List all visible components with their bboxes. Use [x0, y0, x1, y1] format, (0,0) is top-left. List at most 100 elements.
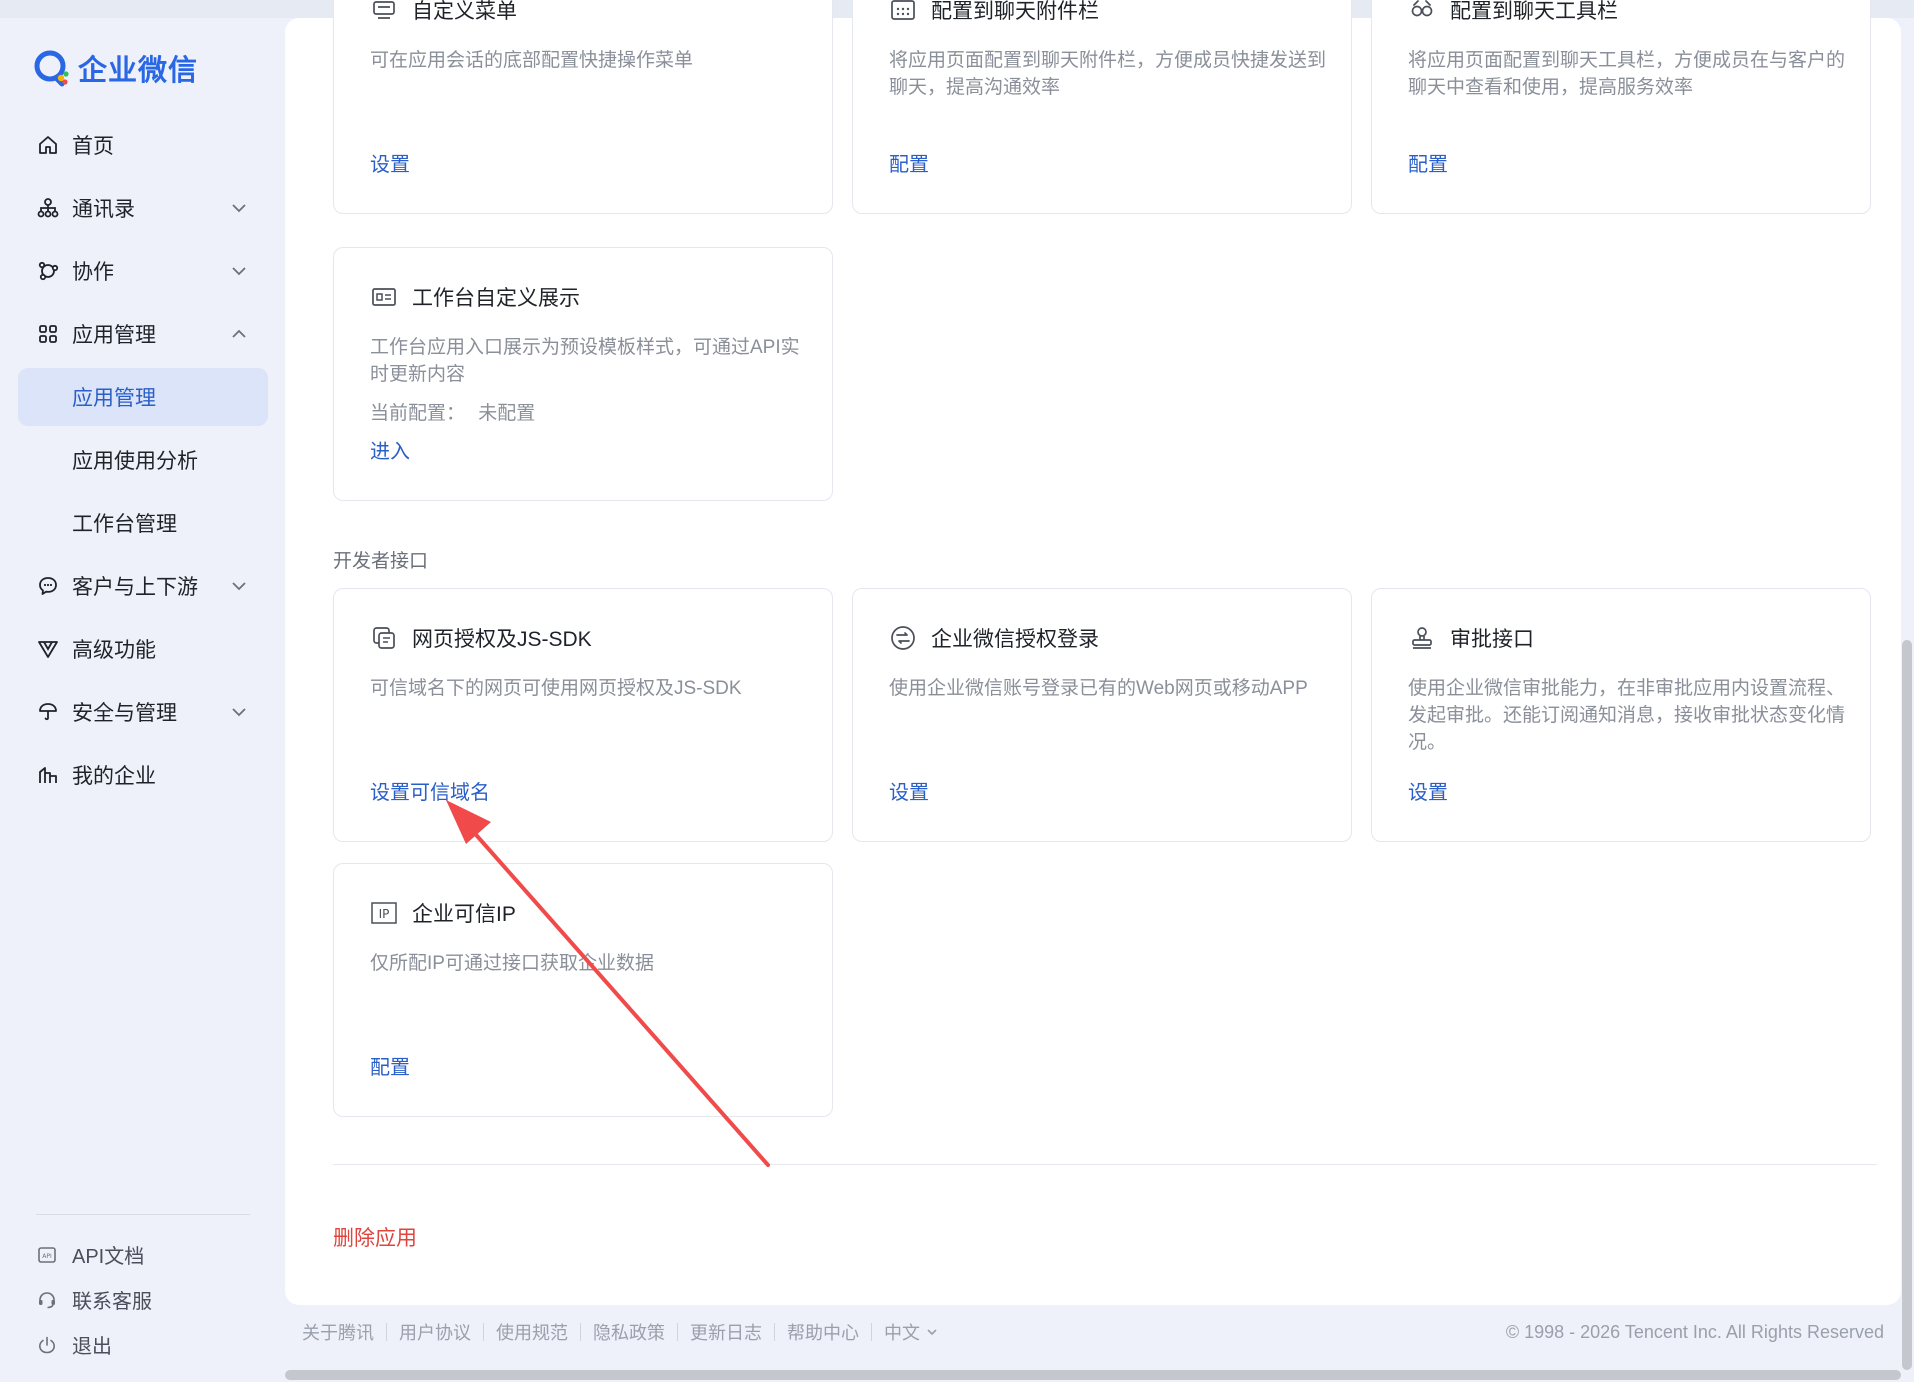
card-header: 配置到聊天工具栏: [1408, 0, 1618, 25]
card-title: 企业微信授权登录: [931, 628, 1099, 651]
footer-link-privacy[interactable]: 隐私政策: [593, 1319, 665, 1345]
footer-link-user-agreement[interactable]: 用户协议: [399, 1319, 471, 1345]
chevron-down-icon[interactable]: [228, 260, 250, 282]
approval-icon: [1408, 624, 1436, 652]
web-auth-icon: [370, 624, 398, 652]
chevron-down-icon[interactable]: [228, 575, 250, 597]
set-trusted-domain-link[interactable]: 设置可信域名: [370, 776, 490, 805]
menu-icon: [370, 0, 398, 24]
toolbar-config-link[interactable]: 配置: [1408, 148, 1448, 177]
login-auth-icon: [889, 624, 917, 652]
sidebar-bottom-links: API API文档 联系客服 退出: [36, 1232, 256, 1367]
nav-item-advanced[interactable]: 高级功能: [18, 620, 268, 678]
nav-sub-workbench-management[interactable]: 工作台管理: [18, 494, 268, 552]
support-label: 联系客服: [72, 1291, 152, 1313]
footer-separator: [483, 1323, 484, 1341]
delete-app-button[interactable]: 删除应用: [333, 1222, 417, 1252]
card-description: 可信域名下的网页可使用网页授权及JS-SDK: [370, 678, 742, 699]
org-chart-icon: [36, 196, 60, 220]
content-divider: [333, 1164, 1877, 1165]
card-title: 工作台自定义展示: [412, 287, 580, 310]
chat-bubble-icon: [36, 574, 60, 598]
card-description: 将应用页面配置到聊天工具栏，方便成员在与客户的聊天中查看和使用，提高服务效率: [1408, 50, 1846, 98]
card-header: 自定义菜单: [370, 0, 517, 25]
footer-link-changelog[interactable]: 更新日志: [690, 1319, 762, 1345]
workbench-display-icon: [370, 283, 398, 311]
footer-link-usage-rules[interactable]: 使用规范: [496, 1319, 568, 1345]
approval-settings-link[interactable]: 设置: [1408, 776, 1448, 805]
footer-separator: [580, 1323, 581, 1341]
card-chat-attachment-bar: 配置到聊天附件栏 将应用页面配置到聊天附件栏，方便成员快捷发送到聊天，提高沟通效…: [852, 0, 1352, 214]
card-wecom-auth-login: 企业微信授权登录 使用企业微信账号登录已有的Web网页或移动APP 设置: [852, 588, 1352, 842]
api-docs-link[interactable]: API API文档: [36, 1232, 256, 1277]
nav-item-collab[interactable]: 协作: [18, 242, 268, 300]
workbench-enter-link[interactable]: 进入: [370, 435, 410, 464]
card-title: 配置到聊天工具栏: [1450, 0, 1618, 23]
nav-item-my-company[interactable]: 我的企业: [18, 746, 268, 804]
card-description: 将应用页面配置到聊天附件栏，方便成员快捷发送到聊天，提高沟通效率: [889, 50, 1327, 98]
card-title: 网页授权及JS-SDK: [412, 628, 592, 651]
power-icon: [36, 1334, 58, 1356]
nav-item-contacts[interactable]: 通讯录: [18, 179, 268, 237]
footer-separator: [871, 1323, 872, 1341]
card-header: IP 企业可信IP: [370, 898, 516, 928]
card-description: 使用企业微信审批能力，在非审批应用内设置流程、发起审批。还能订阅通知消息，接收审…: [1408, 678, 1846, 753]
collaboration-icon: [36, 259, 60, 283]
footer-link-about[interactable]: 关于腾讯: [302, 1319, 374, 1345]
chevron-up-icon[interactable]: [228, 323, 250, 345]
headset-icon: [36, 1289, 58, 1311]
svg-text:API: API: [42, 1253, 52, 1260]
advanced-features-icon: [36, 637, 60, 661]
apps-grid-icon: [36, 322, 60, 346]
brand-logo[interactable]: 企业微信: [32, 48, 198, 88]
card-approval-api: 审批接口 使用企业微信审批能力，在非审批应用内设置流程、发起审批。还能订阅通知消…: [1371, 588, 1871, 842]
footer-links: 关于腾讯 用户协议 使用规范 隐私政策 更新日志 帮助中心 中文: [302, 1318, 938, 1346]
nav-sub-app-usage-analysis[interactable]: 应用使用分析: [18, 431, 268, 489]
nav-item-security[interactable]: 安全与管理: [18, 683, 268, 741]
support-link[interactable]: 联系客服: [36, 1277, 256, 1322]
language-label: 中文: [884, 1323, 920, 1343]
nav-item-home[interactable]: 首页: [18, 116, 268, 174]
chevron-down-icon[interactable]: [228, 701, 250, 723]
card-chat-toolbar: 配置到聊天工具栏 将应用页面配置到聊天工具栏，方便成员在与客户的聊天中查看和使用…: [1371, 0, 1871, 214]
card-header: 审批接口: [1408, 623, 1534, 653]
auth-login-settings-link[interactable]: 设置: [889, 776, 929, 805]
nav-sub-label: 工作台管理: [72, 513, 177, 536]
attachment-bar-config-link[interactable]: 配置: [889, 148, 929, 177]
vertical-scrollbar[interactable]: [1902, 640, 1912, 1370]
toolbar-icon: [1408, 0, 1436, 24]
copyright-text: © 1998 - 2026 Tencent Inc. All Rights Re…: [1505, 1322, 1884, 1342]
building-icon: [36, 763, 60, 787]
card-description: 仅所配IP可通过接口获取企业数据: [370, 953, 654, 974]
card-title: 配置到聊天附件栏: [931, 0, 1099, 23]
current-config-label: 当前配置：: [370, 403, 466, 424]
trusted-ip-config-link[interactable]: 配置: [370, 1051, 410, 1080]
chevron-down-icon[interactable]: [228, 197, 250, 219]
sidebar: 企业微信 首页 通讯录 协作 应用管理 应用管理 应用使用分析 工作台管理 客户…: [0, 0, 285, 1382]
nav-label: 通讯录: [72, 198, 135, 221]
horizontal-scrollbar[interactable]: [285, 1370, 1901, 1380]
custom-menu-settings-link[interactable]: 设置: [370, 148, 410, 177]
footer-separator: [386, 1323, 387, 1341]
nav-item-customers[interactable]: 客户与上下游: [18, 557, 268, 615]
main-nav: 首页 通讯录 协作 应用管理 应用管理 应用使用分析 工作台管理 客户与上下游 …: [18, 116, 268, 809]
card-web-auth-jssdk: 网页授权及JS-SDK 可信域名下的网页可使用网页授权及JS-SDK 设置可信域…: [333, 588, 833, 842]
card-header: 网页授权及JS-SDK: [370, 623, 592, 653]
card-trusted-ip: IP 企业可信IP 仅所配IP可通过接口获取企业数据 配置: [333, 863, 833, 1117]
card-workbench-display: 工作台自定义展示 工作台应用入口展示为预设模板样式，可通过API实时更新内容 当…: [333, 247, 833, 501]
card-header: 配置到聊天附件栏: [889, 0, 1099, 25]
card-description: 使用企业微信账号登录已有的Web网页或移动APP: [889, 678, 1308, 699]
language-selector[interactable]: 中文: [884, 1319, 938, 1345]
nav-item-apps[interactable]: 应用管理: [18, 305, 268, 363]
footer-link-help[interactable]: 帮助中心: [787, 1319, 859, 1345]
card-header: 工作台自定义展示: [370, 282, 580, 312]
card-title: 企业可信IP: [412, 903, 516, 926]
nav-sub-app-management[interactable]: 应用管理: [18, 368, 268, 426]
nav-label: 客户与上下游: [72, 576, 198, 599]
card-custom-menu: 自定义菜单 可在应用会话的底部配置快捷操作菜单 设置: [333, 0, 833, 214]
current-config-status: 当前配置： 未配置: [370, 398, 535, 425]
umbrella-shield-icon: [36, 700, 60, 724]
main-content-panel: 自定义菜单 可在应用会话的底部配置快捷操作菜单 设置 配置到聊天附件栏 将应用页…: [285, 0, 1901, 1305]
logout-link[interactable]: 退出: [36, 1322, 256, 1367]
nav-sub-label: 应用使用分析: [72, 450, 198, 473]
